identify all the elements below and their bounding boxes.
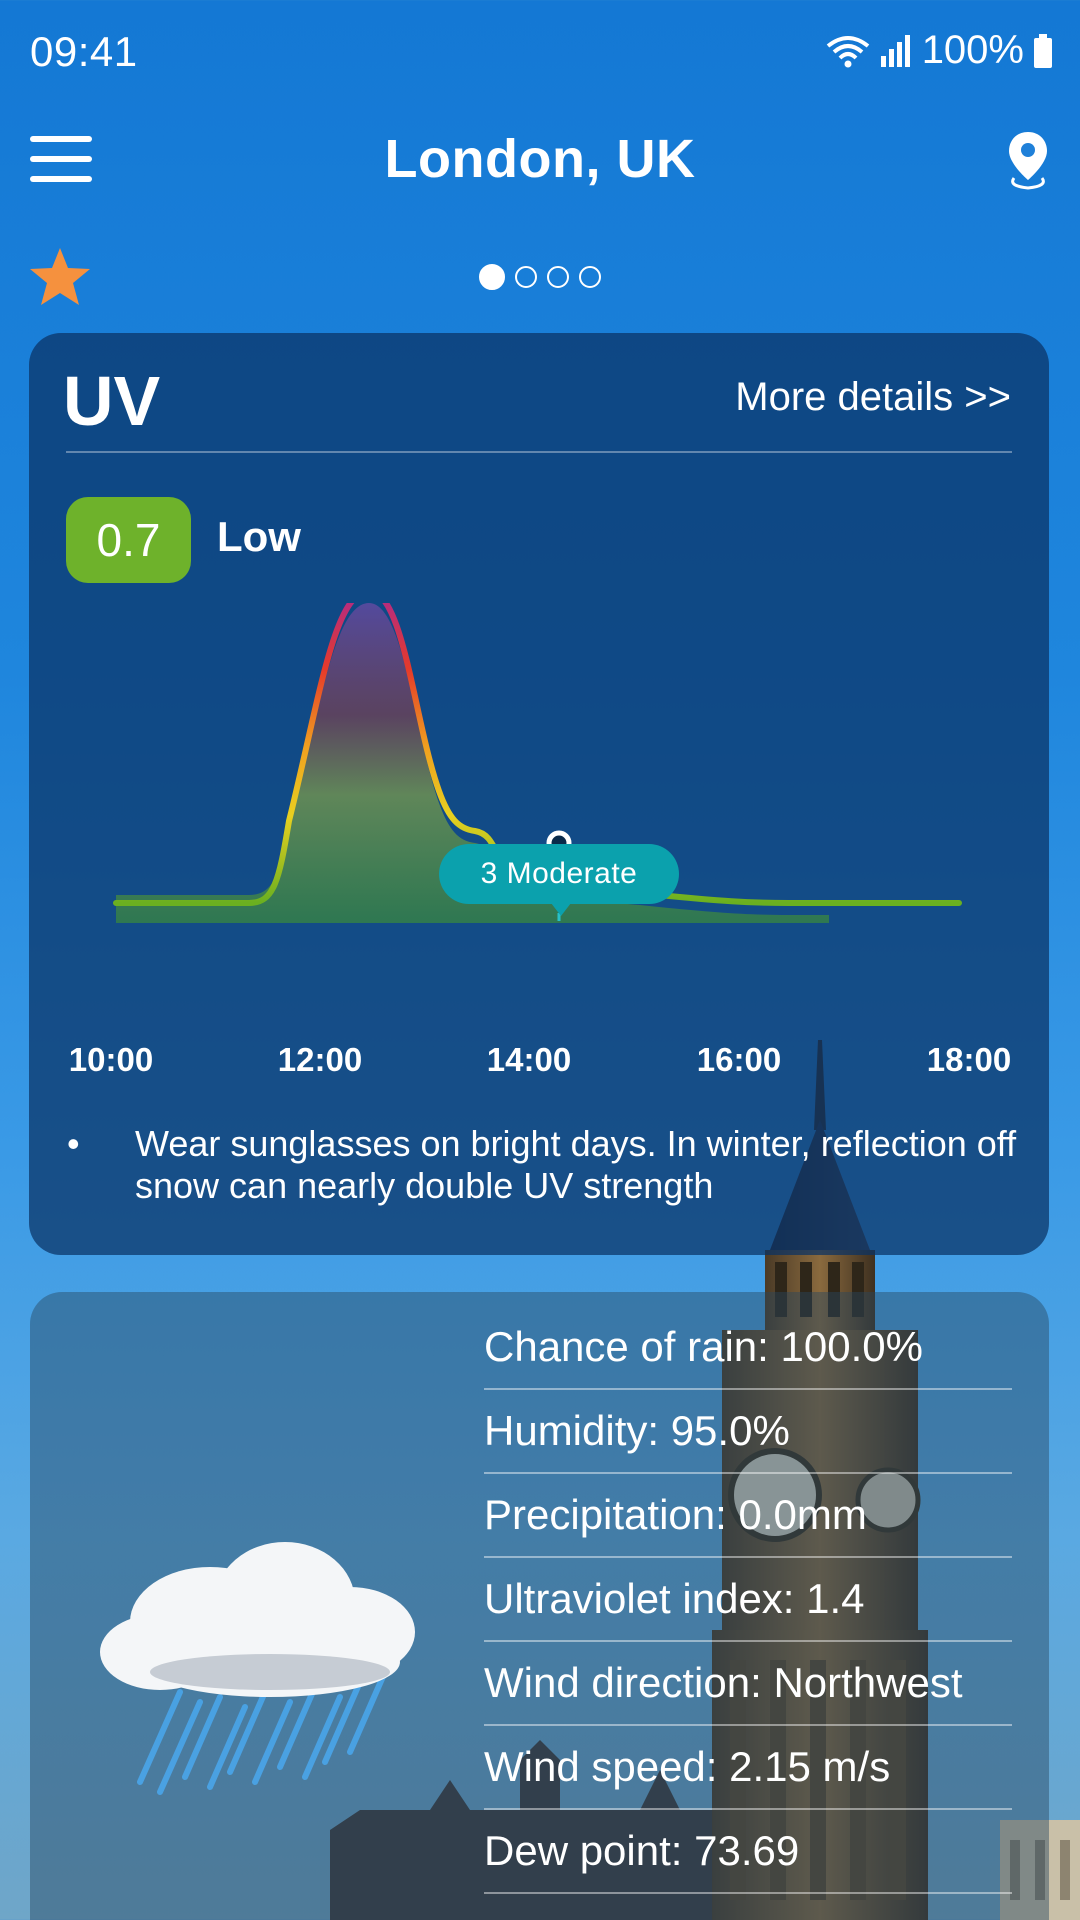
weather-details-list: Chance of rain: 100.0% Humidity: 95.0% P…: [484, 1306, 1012, 1894]
detail-chance-of-rain: Chance of rain: 100.0%: [484, 1306, 1012, 1390]
uv-tips-list: • Wear sunglasses on bright days. In win…: [67, 1123, 1017, 1207]
time-label: 14:00: [486, 1041, 572, 1078]
uv-card: UV More details >> 0.7 Low 3 Moderate 10…: [29, 333, 1049, 1255]
divider: [66, 451, 1012, 453]
detail-dew-point: Dew point: 73.69: [484, 1810, 1012, 1894]
detail-precipitation: Precipitation: 0.0mm: [484, 1474, 1012, 1558]
weather-details-card: Chance of rain: 100.0% Humidity: 95.0% P…: [30, 1292, 1049, 1920]
detail-humidity: Humidity: 95.0%: [484, 1390, 1012, 1474]
time-axis: 10:00 12:00 14:00 16:00 18:00: [29, 1041, 1049, 1085]
status-icons: 100%: [826, 28, 1052, 73]
uv-value-badge: 0.7: [66, 497, 191, 583]
bullet: •: [67, 1123, 80, 1164]
signal-icon: [880, 34, 910, 67]
uv-card-title: UV: [63, 362, 161, 440]
city-title[interactable]: London, UK: [0, 128, 1080, 190]
detail-wind-direction: Wind direction: Northwest: [484, 1642, 1012, 1726]
battery-icon: [1034, 33, 1052, 68]
time-label: 16:00: [696, 1041, 782, 1078]
status-bar: 09:41 100%: [0, 0, 1080, 110]
more-details-link[interactable]: More details >>: [735, 375, 1011, 420]
uv-level-label: Low: [217, 513, 301, 560]
time-label: 10:00: [68, 1041, 154, 1078]
detail-wind-speed: Wind speed: 2.15 m/s: [484, 1726, 1012, 1810]
page-dot-2[interactable]: [515, 266, 537, 288]
page-indicator: [0, 264, 1080, 290]
uv-tooltip: 3 Moderate: [439, 844, 679, 916]
detail-uv-index: Ultraviolet index: 1.4: [484, 1558, 1012, 1642]
wifi-icon: [826, 35, 869, 67]
time-label: 12:00: [277, 1041, 363, 1078]
battery-percent: 100%: [921, 28, 1024, 72]
uv-tip-text: Wear sunglasses on bright days. In winte…: [135, 1123, 1017, 1206]
rain-cloud-icon: [100, 1542, 415, 1795]
status-time: 09:41: [30, 28, 138, 75]
time-label: 18:00: [926, 1041, 1012, 1078]
page-dot-4[interactable]: [579, 266, 601, 288]
location-pin-icon[interactable]: [1006, 130, 1050, 192]
top-bar: London, UK: [0, 118, 1080, 202]
page-dot-1[interactable]: [479, 264, 505, 290]
page-dot-3[interactable]: [547, 266, 569, 288]
